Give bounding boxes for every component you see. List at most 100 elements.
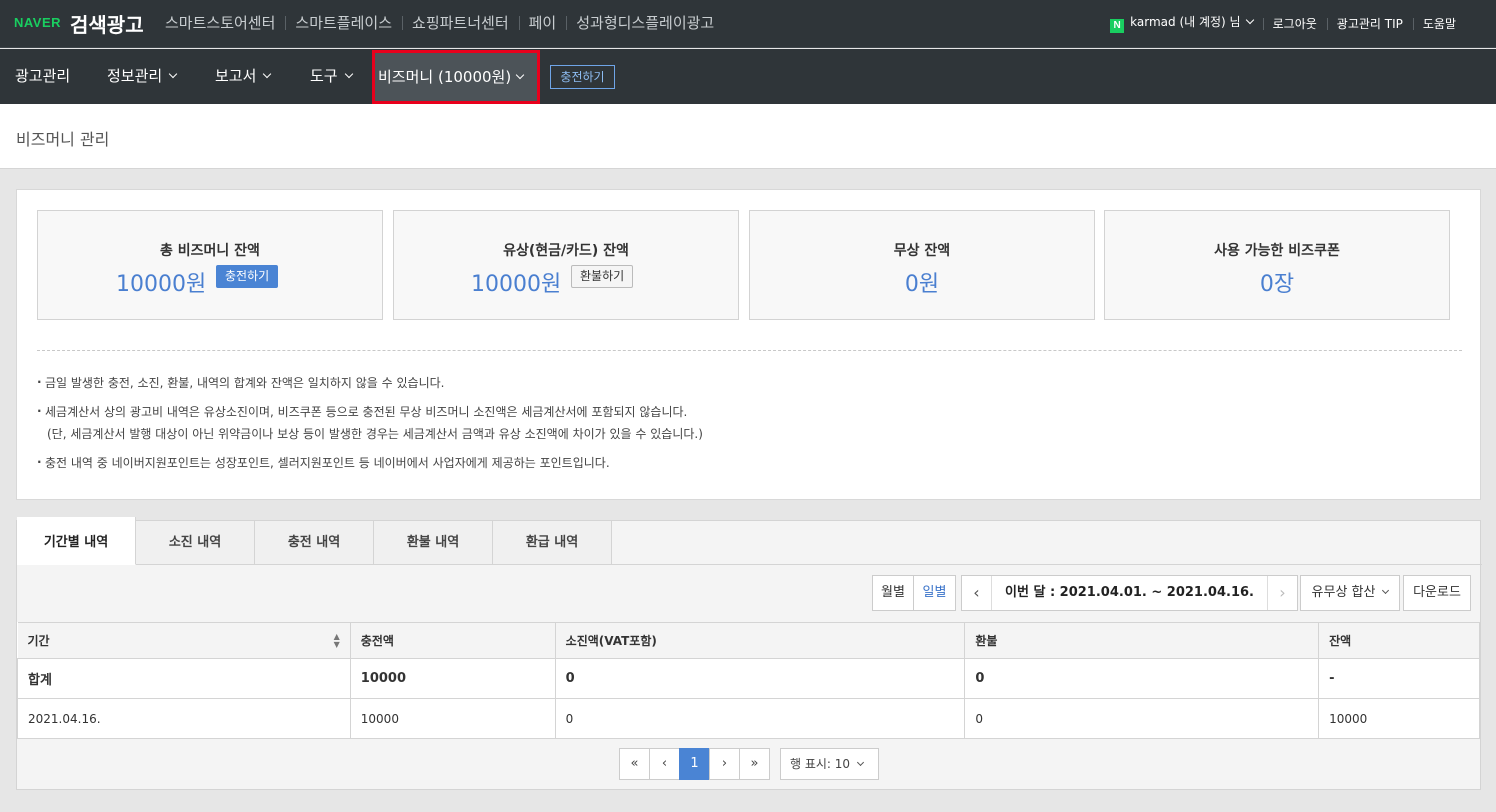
chevron-down-icon (515, 70, 525, 80)
nav-charge-button[interactable]: 충전하기 (550, 65, 615, 89)
tip-link[interactable]: 광고관리 TIP (1326, 15, 1413, 32)
daily-toggle[interactable]: 일별 (913, 575, 956, 611)
bizmoney-summary: 총 비즈머니 잔액 10000원 충전하기 유상(현금/카드) 잔액 10000… (16, 189, 1481, 500)
chevron-down-icon (168, 69, 178, 79)
table-header-row: 기간 ▲ ▼ 충전액 소진액(VAT포함) 환불 잔액 (17, 622, 1480, 659)
filter-label: 유무상 합산 (1311, 585, 1376, 600)
col-header-refund: 환불 (964, 622, 1320, 659)
history-table: 기간 ▲ ▼ 충전액 소진액(VAT포함) 환불 잔액 합계 10000 0 0 -… (17, 622, 1480, 739)
link-pay[interactable]: 페이 (518, 12, 567, 33)
tab-underline (612, 564, 1482, 565)
table-cell: 0 (964, 658, 1320, 699)
nav-tools-label: 도구 (310, 67, 338, 85)
table-row: 2021.04.16. 10000 0 0 10000 (17, 698, 1480, 739)
link-smartplace[interactable]: 스마트플레이스 (285, 12, 402, 33)
nav-bizmoney[interactable]: 비즈머니 (10000원) (372, 50, 540, 104)
tab-reimburse[interactable]: 환급 내역 (493, 521, 612, 565)
card-label: 무상 잔액 (893, 243, 951, 259)
card-free-balance: 무상 잔액 0원 (749, 210, 1095, 320)
paid-free-filter-select[interactable]: 유무상 합산 (1300, 575, 1400, 611)
col-header-period[interactable]: 기간 ▲ ▼ (17, 622, 351, 659)
divider (37, 350, 1462, 351)
table-cell: 10000 (1318, 698, 1480, 739)
top-user-menu: Nkarmad (내 계정) 님 로그아웃 광고관리 TIP 도움말 (1100, 13, 1466, 33)
notice-list: 금일 발생한 충전, 소진, 환불, 내역의 합계와 잔액은 일치하지 않을 수… (37, 371, 703, 474)
card-value: 10000원 (471, 272, 562, 297)
sort-icon[interactable]: ▲ ▼ (334, 633, 340, 649)
page-number-button[interactable]: 1 (679, 748, 710, 780)
history-tabs: 기간별 내역 소진 내역 충전 내역 환불 내역 환급 내역 (17, 517, 612, 565)
notice-subtext: (단, 세금계산서 발행 대상이 아닌 위약금이나 보상 등이 발생한 경우는 … (47, 427, 703, 441)
nav-tools[interactable]: 도구 (310, 49, 353, 104)
charge-button[interactable]: 충전하기 (216, 265, 279, 288)
date-range-label[interactable]: 이번 달 : 2021.04.01. ~ 2021.04.16. (992, 576, 1267, 610)
account-name: karmad (내 계정) 님 (1130, 15, 1241, 29)
naver-logo[interactable]: NAVER (14, 15, 61, 30)
nav-ad-manage[interactable]: 광고관리 (15, 49, 70, 104)
service-title[interactable]: 검색광고 (70, 9, 144, 38)
table-cell: 합계 (17, 658, 351, 699)
tab-period[interactable]: 기간별 내역 (17, 517, 136, 565)
nav-info-manage[interactable]: 정보관리 (107, 49, 178, 104)
tab-spend[interactable]: 소진 내역 (136, 521, 255, 565)
col-header-balance: 잔액 (1318, 622, 1480, 659)
notice-item: 금일 발생한 충전, 소진, 환불, 내역의 합계와 잔액은 일치하지 않을 수… (37, 371, 703, 394)
next-period-button[interactable]: › (1267, 576, 1297, 610)
col-header-label: 기간 (27, 634, 50, 648)
rows-per-page-select[interactable]: 행 표시: 10 (780, 748, 879, 780)
card-label: 사용 가능한 비즈쿠폰 (1214, 243, 1340, 259)
table-cell: 10000 (349, 658, 556, 699)
nav-info-manage-label: 정보관리 (107, 67, 163, 85)
prev-period-button[interactable]: ‹ (962, 576, 992, 610)
card-value: 10000원 (116, 272, 207, 297)
link-display-ads[interactable]: 성과형디스플레이광고 (566, 12, 724, 33)
refund-button[interactable]: 환불하기 (571, 265, 634, 288)
card-label: 총 비즈머니 잔액 (160, 243, 260, 259)
main-nav: 광고관리 정보관리 보고서 도구 비즈머니 (10000원) 충전하기 (0, 49, 1496, 104)
chevron-down-icon (857, 758, 865, 767)
page-header: 비즈머니 관리 (0, 104, 1496, 169)
card-value: 0장 (1259, 272, 1295, 297)
history-panel: 기간별 내역 소진 내역 충전 내역 환불 내역 환급 내역 월별 일별 ‹ 이… (16, 517, 1482, 790)
tab-refund[interactable]: 환불 내역 (374, 521, 493, 565)
notice-item: 충전 내역 중 네이버지원포인트는 성장포인트, 셀러지원포인트 등 네이버에서… (37, 451, 703, 474)
chevron-down-icon (1245, 15, 1254, 25)
table-sum-row: 합계 10000 0 0 - (17, 658, 1480, 699)
nav-bizmoney-label: 비즈머니 (10000원) (378, 68, 512, 86)
download-button[interactable]: 다운로드 (1403, 575, 1471, 611)
first-page-button[interactable]: « (619, 748, 650, 780)
naver-n-icon: N (1110, 19, 1125, 33)
card-total-balance: 총 비즈머니 잔액 10000원 충전하기 (37, 210, 383, 320)
help-link[interactable]: 도움말 (1412, 15, 1466, 32)
nav-report[interactable]: 보고서 (215, 49, 272, 104)
top-bar: NAVER 검색광고 스마트스토어센터 스마트플레이스 쇼핑파트너센터 페이 성… (0, 0, 1496, 48)
nav-report-label: 보고서 (215, 67, 257, 85)
table-cell: 10000 (349, 698, 556, 739)
notice-text: 세금계산서 상의 광고비 내역은 유상소진이며, 비즈쿠폰 등으로 충전된 무상… (45, 405, 688, 419)
notice-item: 세금계산서 상의 광고비 내역은 유상소진이며, 비즈쿠폰 등으로 충전된 무상… (37, 400, 703, 445)
logout-link[interactable]: 로그아웃 (1262, 15, 1327, 32)
chevron-down-icon (344, 69, 353, 79)
table-cell: 0 (554, 698, 966, 739)
tab-charge[interactable]: 충전 내역 (255, 521, 374, 565)
next-page-button[interactable]: › (709, 748, 740, 780)
card-bizcoupon: 사용 가능한 비즈쿠폰 0장 (1104, 210, 1450, 320)
pagination: « ‹ 1 › » (619, 748, 770, 780)
link-smartstore[interactable]: 스마트스토어센터 (155, 12, 285, 33)
link-shopping-partner[interactable]: 쇼핑파트너센터 (402, 12, 519, 33)
table-cell: 0 (964, 698, 1320, 739)
col-header-charge: 충전액 (349, 622, 556, 659)
card-label: 유상(현금/카드) 잔액 (503, 243, 629, 259)
col-header-spend: 소진액(VAT포함) (554, 622, 966, 659)
account-menu[interactable]: Nkarmad (내 계정) 님 (1100, 13, 1262, 33)
prev-page-button[interactable]: ‹ (649, 748, 680, 780)
card-value: 0원 (904, 272, 940, 297)
monthly-toggle[interactable]: 월별 (872, 575, 914, 611)
card-paid-balance: 유상(현금/카드) 잔액 10000원 환불하기 (393, 210, 739, 320)
table-cell: 2021.04.16. (17, 698, 351, 739)
last-page-button[interactable]: » (739, 748, 770, 780)
date-range-picker: ‹ 이번 달 : 2021.04.01. ~ 2021.04.16. › (961, 575, 1298, 611)
top-service-links: 스마트스토어센터 스마트플레이스 쇼핑파트너센터 페이 성과형디스플레이광고 (155, 12, 724, 33)
table-cell: - (1318, 658, 1480, 699)
chevron-down-icon (263, 69, 272, 79)
